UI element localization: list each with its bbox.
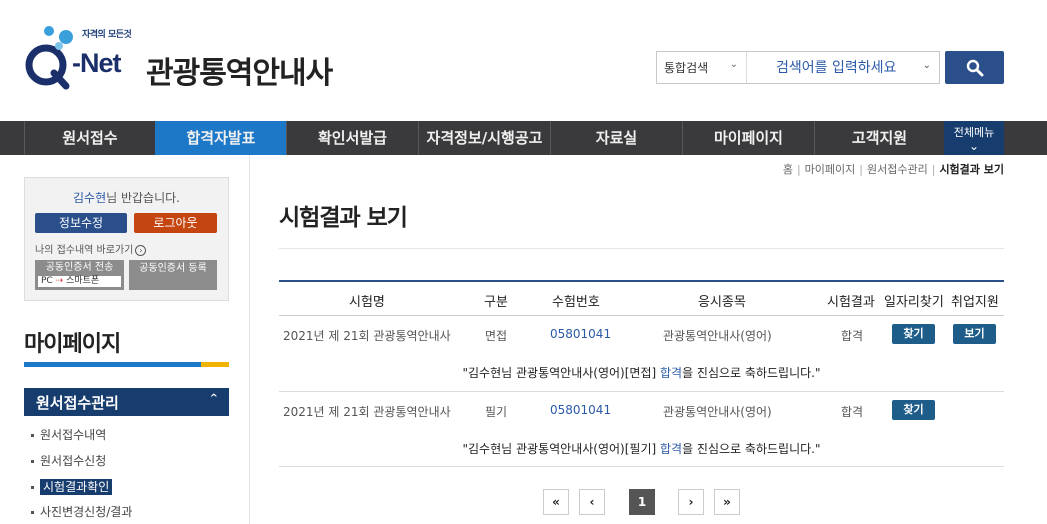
chevron-down-icon: ⌄ — [968, 139, 980, 153]
all-menu-button[interactable]: 전체메뉴 ⌄ — [944, 121, 1004, 155]
search-icon — [966, 59, 984, 77]
page-last-button[interactable]: » — [714, 489, 740, 515]
page-current[interactable]: 1 — [629, 489, 655, 515]
sidebar-item-photo-change[interactable]: 사진변경신청/결과 — [31, 503, 132, 520]
header: 자격의 모든것 -Net 관광통역안내사 통합검색 ⌄ ⌄ — [0, 0, 1047, 121]
title-underline — [24, 362, 229, 367]
breadcrumb-mypage[interactable]: 마이페이지 — [805, 163, 856, 176]
job-search-button[interactable]: 찾기 — [892, 324, 935, 344]
search-scope-select[interactable]: 통합검색 ⌄ — [657, 52, 747, 83]
sidebar: 김수현님 반갑습니다. 정보수정 로그아웃 나의 접수내역 바로가기 › 공동인증… — [0, 155, 250, 524]
breadcrumb-application-mgmt[interactable]: 원서접수관리 — [867, 163, 928, 176]
cell-subject: 관광통역안내사(영어) — [663, 405, 772, 419]
table-row: 2021년 제 21회 관광통역안내사 필기 05801041 관광통역안내사(… — [279, 391, 1004, 429]
nav-item-mypage[interactable]: 마이페이지 — [682, 121, 814, 155]
nav-item-certificate[interactable]: 확인서발급 — [286, 121, 418, 155]
cell-result: 합격 — [841, 405, 864, 419]
site-title[interactable]: 관광통역안내사 — [146, 48, 333, 92]
job-search-button[interactable]: 찾기 — [892, 400, 935, 420]
welcome-suffix: 님 반갑습니다. — [106, 191, 180, 205]
row-divider — [279, 466, 1004, 467]
nav-item-application[interactable]: 원서접수 — [24, 121, 155, 155]
search-box: 통합검색 ⌄ ⌄ — [656, 51, 940, 84]
chevron-up-icon: ^ — [209, 393, 218, 404]
title-divider — [279, 248, 1004, 249]
breadcrumb-current: 시험결과 보기 — [939, 163, 1004, 176]
search-scope-label: 통합검색 — [664, 61, 709, 75]
page-first-button[interactable]: « — [543, 489, 569, 515]
sidebar-item-application-history[interactable]: 원서접수내역 — [31, 426, 106, 443]
job-support-button[interactable]: 보기 — [953, 324, 996, 344]
cell-type: 면접 — [485, 329, 508, 343]
bullet-icon — [31, 511, 34, 514]
col-support: 취업지원 — [951, 295, 999, 310]
page-prev-button[interactable]: ‹ — [579, 489, 605, 515]
welcome-text: 김수현님 반갑습니다. — [25, 189, 228, 206]
nav-item-library[interactable]: 자료실 — [550, 121, 682, 155]
main-nav: 원서접수 합격자발표 확인서발급 자격정보/시행공고 자료실 마이페이지 고객지… — [0, 121, 1047, 155]
search-input[interactable] — [748, 52, 939, 83]
chevron-down-icon[interactable]: ⌄ — [923, 60, 931, 71]
search-button[interactable] — [945, 51, 1004, 84]
table-header: 시험명 구분 수험번호 응시종목 시험결과 일자리찾기 취업지원 — [279, 280, 1004, 316]
logo-tagline: 자격의 모든것 — [82, 30, 132, 40]
cell-exam: 2021년 제 21회 관광통역안내사 — [283, 329, 451, 343]
logout-button[interactable]: 로그아웃 — [134, 213, 217, 233]
chevron-down-icon: ⌄ — [729, 59, 738, 70]
nav-item-info[interactable]: 자격정보/시행공고 — [418, 121, 550, 155]
menu-head-application-mgmt[interactable]: 원서접수관리 ^ — [24, 388, 229, 416]
cert-send-route: PC ⇢ 스마트폰 — [38, 276, 121, 287]
congrats-message: "김수현님 관광통역안내사(영어)[면접] 합격을 진심으로 축하드립니다." — [462, 366, 821, 380]
cell-number[interactable]: 05801041 — [550, 403, 611, 417]
congrats-message: "김수현님 관광통역안내사(영어)[필기] 합격을 진심으로 축하드립니다." — [462, 442, 821, 456]
table-row: 2021년 제 21회 관광통역안내사 면접 05801041 관광통역안내사(… — [279, 315, 1004, 353]
sidebar-title: 마이페이지 — [24, 332, 121, 357]
col-exam: 시험명 — [349, 295, 385, 310]
col-subject: 응시종목 — [698, 295, 746, 310]
cell-subject: 관광통역안내사(영어) — [663, 329, 772, 343]
page-next-button[interactable]: › — [678, 489, 704, 515]
nav-item-support[interactable]: 고객지원 — [814, 121, 944, 155]
menu-head-label: 원서접수관리 — [36, 394, 119, 412]
cert-send-label: 공동인증서 전송 — [45, 262, 114, 273]
bullet-icon — [31, 460, 34, 463]
breadcrumb: 홈 | 마이페이지 | 원서접수관리 | 시험결과 보기 — [782, 163, 1004, 176]
arrow-right-icon: › — [135, 245, 147, 256]
page-title: 시험결과 보기 — [279, 205, 408, 231]
bullet-icon — [31, 434, 34, 437]
sidebar-item-exam-result[interactable]: 시험결과확인 — [31, 478, 113, 495]
arrow-right-icon: ⇢ — [55, 276, 64, 286]
cell-result: 합격 — [841, 329, 864, 343]
col-job: 일자리찾기 — [884, 295, 944, 310]
edit-info-button[interactable]: 정보수정 — [35, 213, 127, 233]
logo-net-text: -Net — [72, 48, 121, 78]
quick-link[interactable]: 나의 접수내역 바로가기 › — [35, 241, 147, 256]
cert-send-button[interactable]: 공동인증서 전송 PC ⇢ 스마트폰 — [35, 260, 124, 290]
breadcrumb-home[interactable]: 홈 — [783, 163, 793, 176]
col-number: 수험번호 — [552, 295, 600, 310]
col-result: 시험결과 — [827, 295, 875, 310]
quick-link-label: 나의 접수내역 바로가기 — [35, 245, 134, 256]
user-name: 김수현 — [73, 191, 107, 205]
col-type: 구분 — [484, 295, 508, 310]
cert-register-button[interactable]: 공동인증서 등록 — [129, 260, 217, 290]
nav-item-results[interactable]: 합격자발표 — [155, 121, 286, 155]
cell-exam: 2021년 제 21회 관광통역안내사 — [283, 405, 451, 419]
all-menu-label: 전체메뉴 — [953, 126, 995, 139]
cell-type: 필기 — [485, 405, 508, 419]
bullet-icon — [31, 486, 34, 489]
sidebar-item-application-request[interactable]: 원서접수신청 — [31, 452, 106, 469]
login-box: 김수현님 반갑습니다. 정보수정 로그아웃 나의 접수내역 바로가기 › 공동인증… — [24, 177, 229, 301]
cell-number[interactable]: 05801041 — [550, 327, 611, 341]
